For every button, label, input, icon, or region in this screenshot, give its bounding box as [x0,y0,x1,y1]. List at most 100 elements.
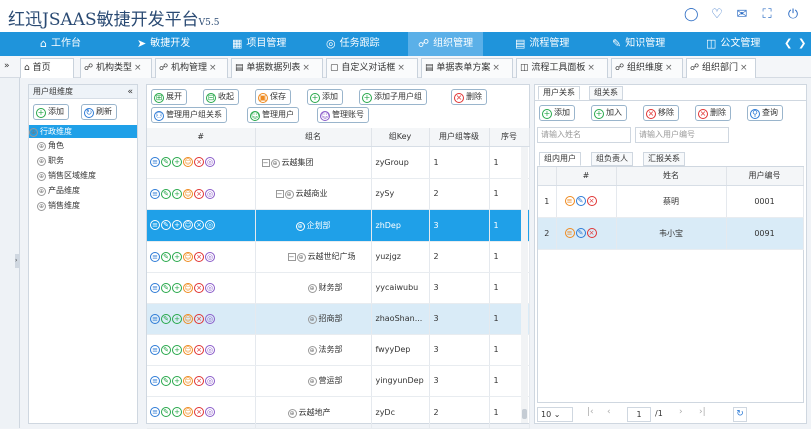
manage-user-button[interactable]: ☺ 管理用户 [247,107,299,123]
settings-icon[interactable]: ◎ [205,407,215,417]
plus-icon[interactable]: + [172,157,182,167]
table-row[interactable]: ≡ ✎ + ☺ × ◎ ⊕ 营运部 yingyunDep 3 1 [147,365,530,397]
settings-icon[interactable]: ◎ [205,313,215,324]
user-join-button[interactable]: + 加入 [591,105,627,121]
edit-icon[interactable]: ✎ [161,188,171,199]
tab-flow-tools[interactable]: ◫ 流程工具面板 × [516,58,608,78]
delete-icon[interactable]: × [194,407,204,417]
dimension-add-button[interactable]: + 添加 [33,104,69,120]
delete-icon[interactable]: × [194,313,204,324]
tree-item-sales[interactable]: ⊕ 销售维度 [37,199,80,212]
user-icon[interactable]: ☺ [183,344,193,355]
edit-icon[interactable]: ✎ [161,313,171,324]
edit-icon[interactable]: ✎ [161,220,171,230]
close-icon[interactable]: × [665,63,673,73]
table-row[interactable]: ≡ ✎ + ☺ × ◎ − ⊕ 云越集团 zyGroup 1 1 [147,146,530,179]
user-icon[interactable]: ☺ [183,157,193,167]
view-icon[interactable]: ≡ [564,196,575,206]
power-icon[interactable]: ⏻ [786,8,800,22]
collapse-node-icon[interactable]: − [275,190,284,198]
add-child-group-button[interactable]: + 添加子用户组 [359,89,427,105]
tree-item-product[interactable]: ⊕ 产品维度 [37,184,80,197]
delete-icon[interactable]: × [586,228,597,238]
table-row[interactable]: ≡ ✎ + ☺ × ◎ − ⊕ 云越商业 zySy 2 1 [147,178,530,210]
user-icon[interactable]: ◯ [684,8,699,22]
delete-icon[interactable]: × [194,344,204,355]
close-icon[interactable]: × [492,63,500,73]
delete-icon[interactable]: × [194,282,204,293]
tab-group-users[interactable]: 组内用户 [539,152,581,166]
collapse-icon[interactable]: « [127,85,133,99]
user-delete-button[interactable]: × 删除 [695,105,731,121]
save-button[interactable]: ▣ 保存 [255,89,291,105]
delete-icon[interactable]: × [194,375,204,386]
edit-icon[interactable]: ✎ [161,282,171,293]
close-icon[interactable]: × [302,63,310,73]
col-username[interactable]: 姓名 [616,167,727,186]
nav-task[interactable]: ◎ 任务跟踪 [326,32,380,56]
vertical-scrollbar[interactable] [521,147,528,423]
last-page-icon[interactable]: ›| [699,407,706,417]
close-icon[interactable]: × [587,63,595,73]
settings-icon[interactable]: ◎ [205,188,215,199]
tab-org-dept[interactable]: ☍ 组织部门 × [686,58,756,78]
mail-icon[interactable]: ✉ [735,8,749,22]
close-icon[interactable]: × [397,63,405,73]
settings-icon[interactable]: ◎ [205,375,215,386]
dimension-refresh-button[interactable]: ↻ 刷新 [81,104,117,120]
table-row[interactable]: ≡ ✎ + ☺ × ◎ ⊕ 云越地产 zyDc 2 1 [147,396,530,429]
collapse-node-icon[interactable]: − [261,158,270,167]
manage-group-relation-button[interactable]: ⚇ 管理用户组关系 [151,107,227,123]
fullscreen-icon[interactable]: ⛶ [760,8,774,22]
view-icon[interactable]: ≡ [150,157,160,167]
tree-item-admin[interactable]: ⊕ 行政维度 [29,125,137,138]
delete-icon[interactable]: × [194,188,204,199]
nav-prev-icon[interactable]: ❮ [784,32,792,56]
prev-page-icon[interactable]: ‹ [607,407,611,417]
view-icon[interactable]: ≡ [150,251,160,262]
double-chevron-right-icon[interactable]: » [4,61,10,71]
plus-icon[interactable]: + [172,407,182,417]
table-row[interactable]: ≡ ✎ + ☺ × ◎ ⊕ 招商部 zhaoShan... 3 1 [147,303,530,335]
user-icon[interactable]: ☺ [183,220,193,230]
close-icon[interactable]: × [740,63,748,73]
view-icon[interactable]: ≡ [150,344,160,355]
table-row[interactable]: 1 ≡ ✎ × 蔡明 0001 [538,185,804,218]
refresh-icon[interactable]: ↻ [733,407,747,422]
user-icon[interactable]: ☺ [183,313,193,324]
next-page-icon[interactable]: › [679,407,683,417]
user-icon[interactable]: ☺ [183,375,193,386]
edit-icon[interactable]: ✎ [161,407,171,417]
delete-icon[interactable]: × [194,157,204,167]
edit-icon[interactable]: ✎ [575,228,586,238]
splitter-handle[interactable]: › [15,254,20,268]
col-key[interactable]: 组Key [371,128,430,147]
tab-home[interactable]: ⌂ 首页 [20,58,74,78]
tree-item-sales-region[interactable]: ⊕ 销售区域维度 [37,169,96,182]
tab-org-manage[interactable]: ☍ 机构管理 × [155,58,228,78]
edit-icon[interactable]: ✎ [575,196,586,206]
page-size-select[interactable]: 10 ⌄ [537,407,573,422]
nav-flow[interactable]: ▤ 流程管理 [515,32,569,56]
col-seq[interactable]: 序号 [489,128,530,147]
view-icon[interactable]: ≡ [150,220,160,230]
delete-icon[interactable]: × [194,220,204,230]
plus-icon[interactable]: + [172,220,182,230]
nav-document[interactable]: ◫ 公文管理 [706,32,760,56]
add-button[interactable]: + 添加 [307,89,343,105]
tab-form-scheme[interactable]: ▤ 单据表单方案 × [421,58,513,78]
user-query-button[interactable]: ⚲ 查询 [747,105,783,121]
nav-project[interactable]: ▦ 项目管理 [232,32,286,56]
user-icon[interactable]: ☺ [183,251,193,262]
col-level[interactable]: 用户组等级 [429,128,490,147]
expand-button[interactable]: ⊞ 展开 [151,89,187,105]
settings-icon[interactable]: ◎ [205,282,215,293]
user-icon[interactable]: ☺ [183,282,193,293]
page-number-input[interactable]: 1 [627,407,651,422]
col-usercode[interactable]: 用户编号 [726,167,804,186]
close-icon[interactable]: × [134,63,142,73]
view-icon[interactable]: ≡ [150,282,160,293]
plus-icon[interactable]: + [172,375,182,386]
view-icon[interactable]: ≡ [150,188,160,199]
table-row[interactable]: ≡ ✎ + ☺ × ◎ ⊕ 财务部 yycaiwubu 3 1 [147,272,530,304]
